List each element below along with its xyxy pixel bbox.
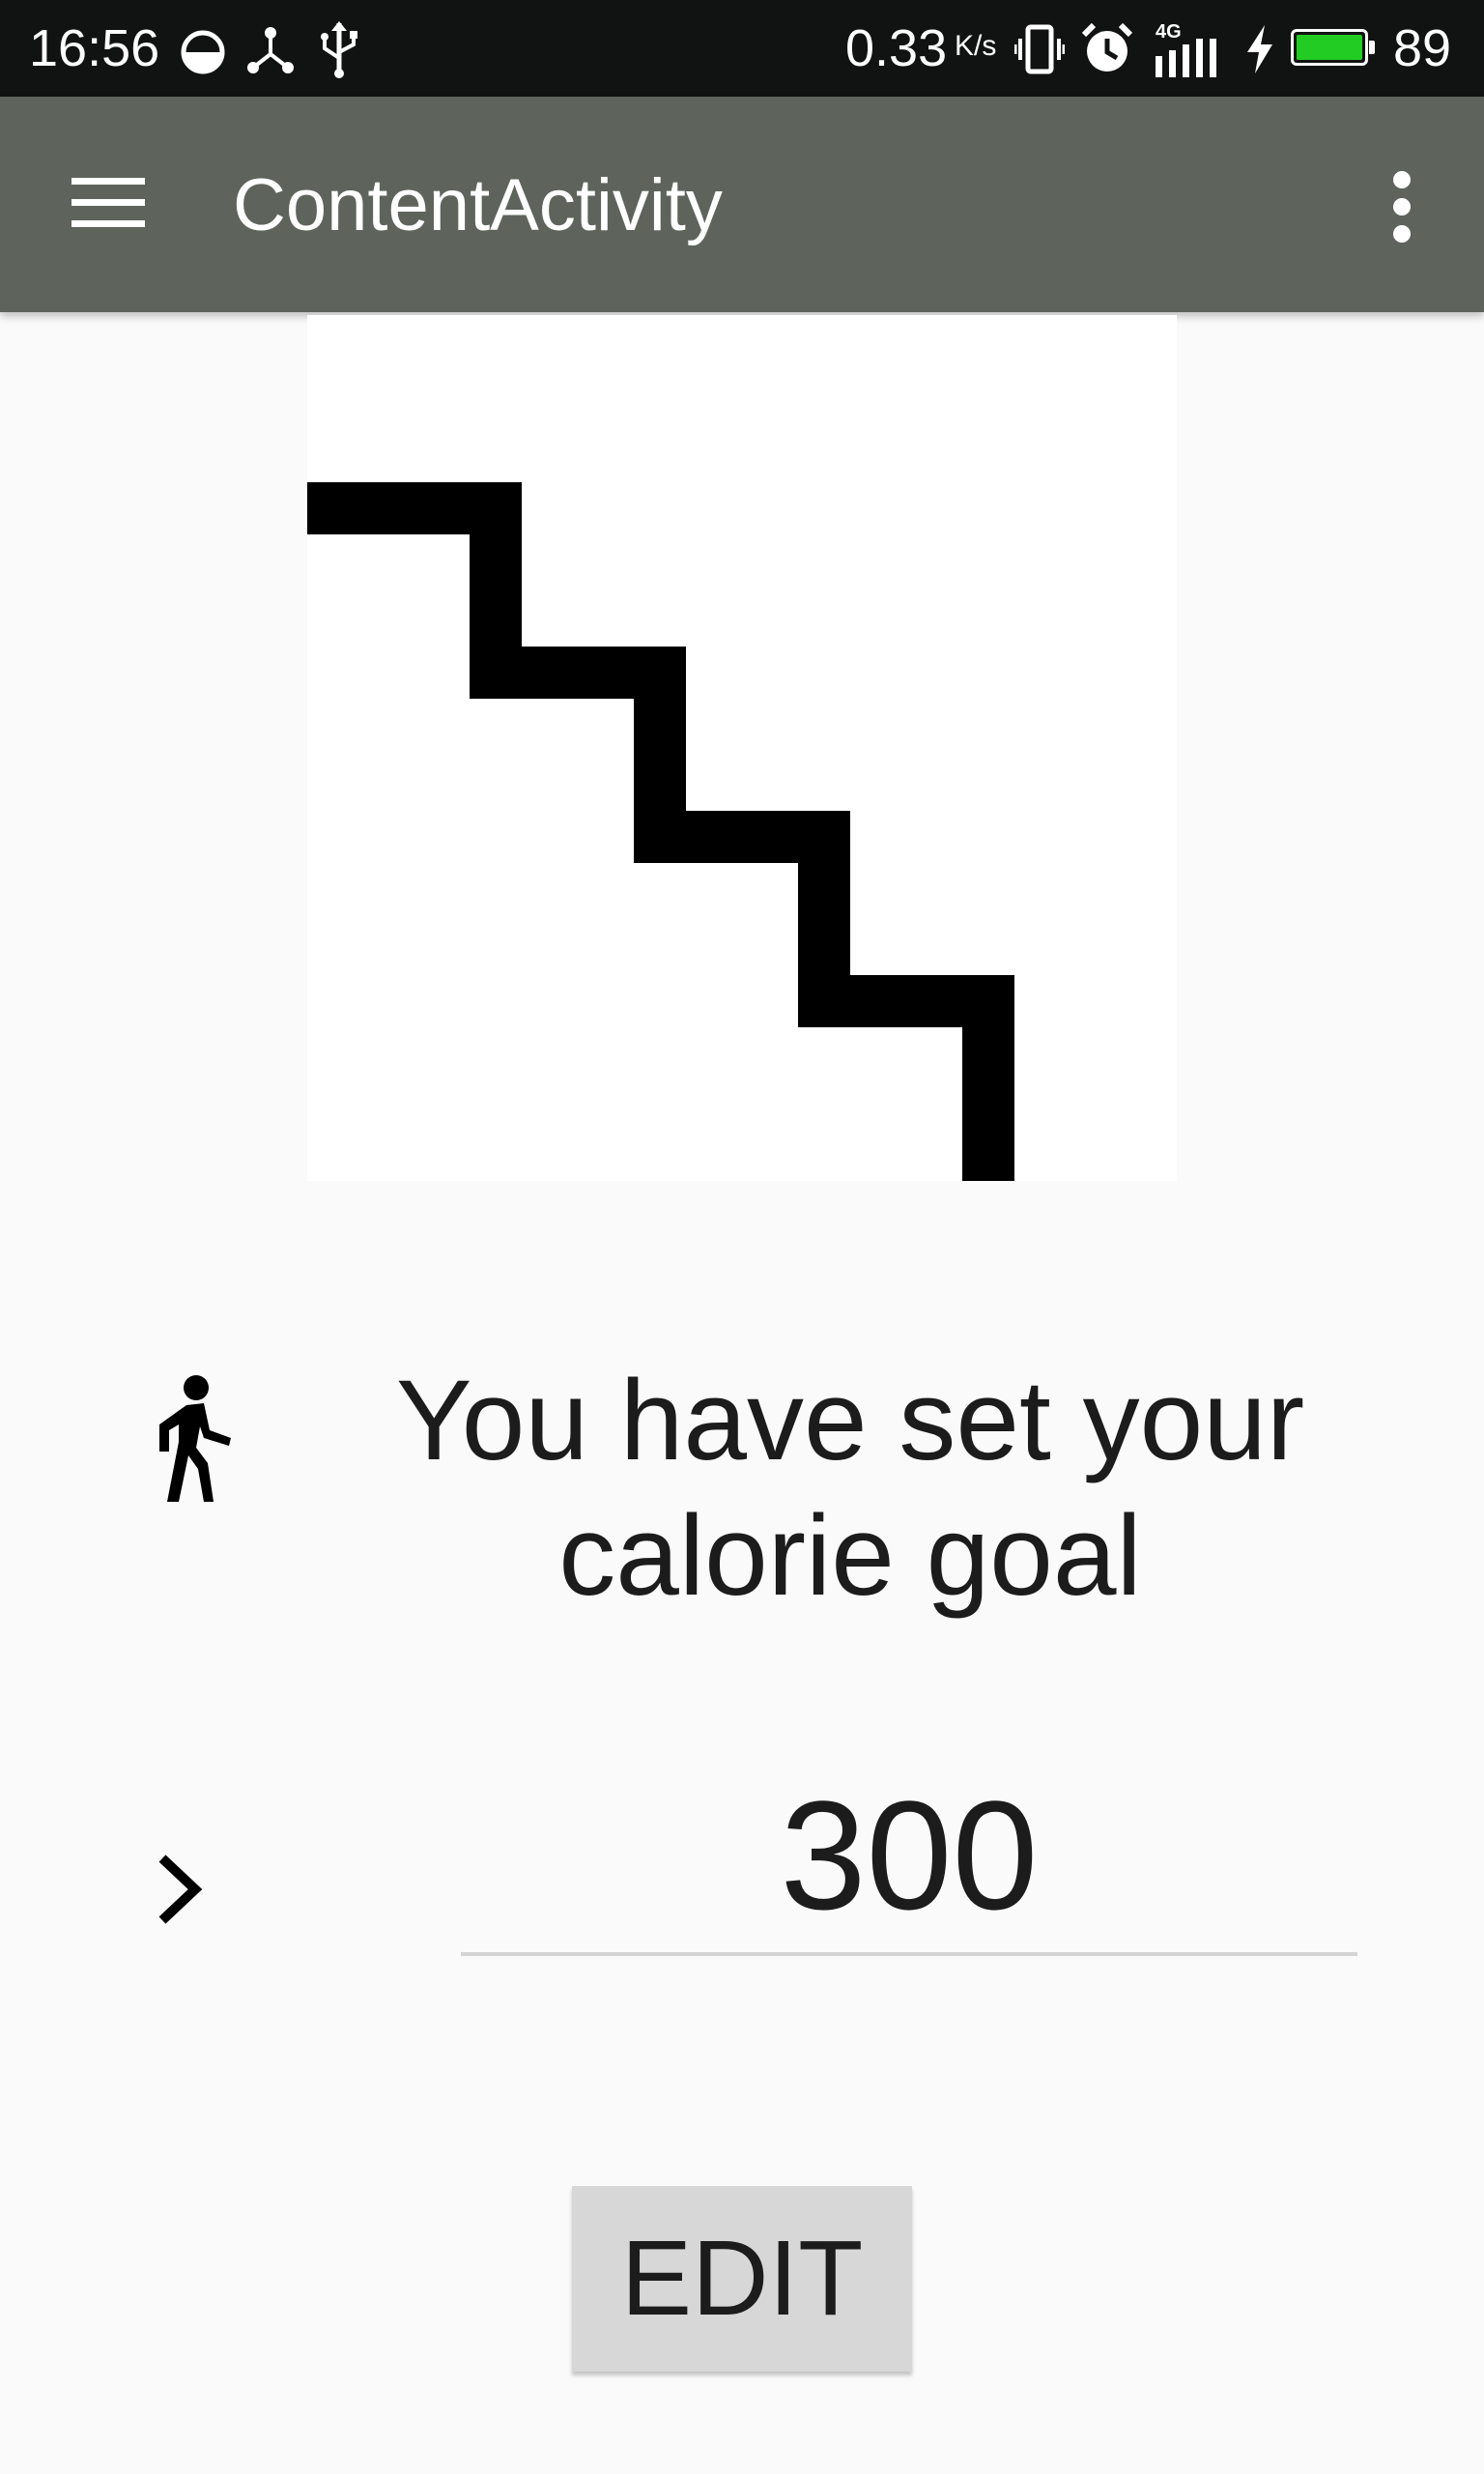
screen: 16:56 0.33 K/s 4G 89 ContentActivity You…: [0, 0, 1484, 2474]
stairs-image: [307, 315, 1177, 1181]
edit-button[interactable]: EDIT: [572, 2186, 912, 2372]
charging-icon: [1247, 25, 1272, 73]
goal-value-field[interactable]: 300: [461, 1769, 1357, 1942]
app-title: ContentActivity: [233, 164, 723, 246]
battery-level: 89: [1393, 19, 1452, 77]
overflow-menu-button[interactable]: [1362, 155, 1440, 251]
usb-icon: [321, 21, 357, 78]
battery-icon: [1291, 29, 1378, 70]
alarm-icon: [1081, 22, 1133, 72]
network-speed-unit: K/s: [955, 30, 997, 62]
signal-icon: [1156, 39, 1216, 77]
network-speed: 0.33: [845, 19, 948, 77]
vibrate-icon: [1014, 24, 1065, 74]
app-bar: ContentActivity: [0, 97, 1484, 312]
chevron-right-icon: [158, 1855, 203, 1924]
menu-button[interactable]: [58, 164, 155, 242]
goal-value-underline: [461, 1952, 1357, 1956]
goal-message: You have set your calorie goal: [395, 1357, 1305, 1620]
directions-walk-icon: [159, 1375, 231, 1502]
hub-icon: [247, 27, 294, 73]
status-time: 16:56: [29, 19, 160, 77]
stairs-icon: [307, 482, 1014, 1181]
data-saver-icon: [181, 30, 225, 74]
battery-fill: [1297, 35, 1362, 60]
status-bar: 16:56 0.33 K/s 4G 89: [0, 0, 1484, 97]
